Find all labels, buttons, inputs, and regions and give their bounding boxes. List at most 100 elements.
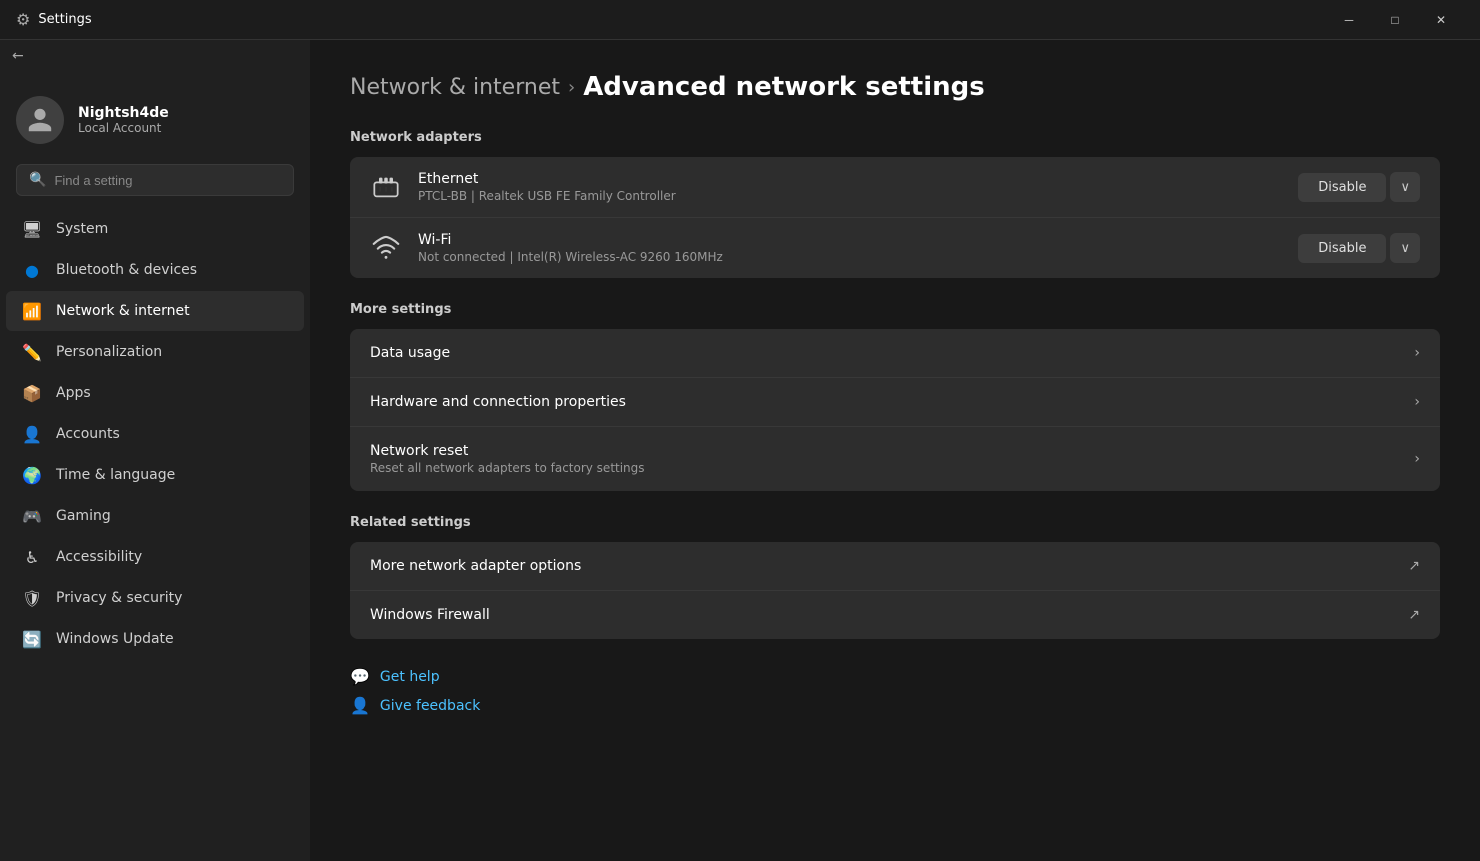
sidebar-item-apps[interactable]: 📦 Apps — [6, 373, 304, 413]
sidebar-item-update[interactable]: 🔄 Windows Update — [6, 619, 304, 659]
sidebar-item-label: Gaming — [56, 508, 111, 524]
more-adapter-options-title: More network adapter options — [370, 558, 1392, 574]
sidebar-item-label: Personalization — [56, 344, 162, 360]
sidebar-item-gaming[interactable]: 🎮 Gaming — [6, 496, 304, 536]
hardware-props-content: Hardware and connection properties — [370, 394, 1398, 410]
windows-firewall-title: Windows Firewall — [370, 607, 1392, 623]
wifi-adapter-row: Wi-Fi Not connected | Intel(R) Wireless-… — [350, 218, 1440, 278]
windows-firewall-content: Windows Firewall — [370, 607, 1392, 623]
data-usage-title: Data usage — [370, 345, 1398, 361]
back-icon: ← — [12, 48, 24, 64]
network-reset-title: Network reset — [370, 443, 1398, 459]
sidebar-item-bluetooth[interactable]: ● Bluetooth & devices — [6, 250, 304, 290]
network-reset-row[interactable]: Network reset Reset all network adapters… — [350, 427, 1440, 491]
network-reset-subtitle: Reset all network adapters to factory se… — [370, 461, 1398, 475]
wifi-info: Wi-Fi Not connected | Intel(R) Wireless-… — [418, 232, 1282, 264]
settings-icon: ⚙ — [16, 10, 30, 29]
wifi-expand-button[interactable]: ∨ — [1390, 233, 1420, 263]
more-settings-title: More settings — [350, 302, 1440, 317]
sidebar-item-system[interactable]: 🖥 System — [6, 209, 304, 249]
user-icon — [26, 106, 54, 134]
ethernet-disable-button[interactable]: Disable — [1298, 173, 1386, 202]
get-help-label: Get help — [380, 669, 440, 685]
window-controls: ─ □ ✕ — [1326, 0, 1464, 40]
sidebar-item-privacy[interactable]: 🛡 Privacy & security — [6, 578, 304, 618]
close-button[interactable]: ✕ — [1418, 0, 1464, 40]
wifi-icon — [370, 232, 402, 264]
give-feedback-link[interactable]: 👤 Give feedback — [350, 696, 1440, 715]
more-settings-section: More settings Data usage › Hardware and … — [350, 302, 1440, 491]
sidebar-item-label: Accessibility — [56, 549, 142, 565]
ethernet-description: PTCL-BB | Realtek USB FE Family Controll… — [418, 189, 1282, 203]
get-help-icon: 💬 — [350, 667, 370, 686]
breadcrumb-parent[interactable]: Network & internet — [350, 75, 560, 100]
more-adapter-external-icon: ↗ — [1408, 558, 1420, 574]
network-adapters-card: Ethernet PTCL-BB | Realtek USB FE Family… — [350, 157, 1440, 278]
more-adapter-options-row[interactable]: More network adapter options ↗ — [350, 542, 1440, 591]
related-settings-title: Related settings — [350, 515, 1440, 530]
ethernet-expand-button[interactable]: ∨ — [1390, 172, 1420, 202]
ethernet-adapter-row: Ethernet PTCL-BB | Realtek USB FE Family… — [350, 157, 1440, 218]
user-subtitle: Local Account — [78, 121, 169, 135]
more-adapter-options-content: More network adapter options — [370, 558, 1392, 574]
data-usage-row[interactable]: Data usage › — [350, 329, 1440, 378]
network-reset-chevron: › — [1414, 451, 1420, 467]
sidebar-item-label: Time & language — [56, 467, 175, 483]
titlebar-title: Settings — [38, 12, 91, 27]
system-icon: 🖥 — [22, 219, 42, 239]
give-feedback-icon: 👤 — [350, 696, 370, 715]
sidebar-item-label: Apps — [56, 385, 91, 401]
sidebar-item-time[interactable]: 🌍 Time & language — [6, 455, 304, 495]
sidebar-item-label: Windows Update — [56, 631, 174, 647]
bottom-links: 💬 Get help 👤 Give feedback — [350, 667, 1440, 715]
avatar — [16, 96, 64, 144]
network-adapters-title: Network adapters — [350, 130, 1440, 145]
time-icon: 🌍 — [22, 465, 42, 485]
titlebar: ⚙ Settings ─ □ ✕ — [0, 0, 1480, 40]
content-area: Network & internet › Advanced network se… — [310, 40, 1480, 861]
wifi-name: Wi-Fi — [418, 232, 1282, 248]
bluetooth-icon: ● — [22, 260, 42, 280]
sidebar-item-label: Network & internet — [56, 303, 190, 319]
wifi-disable-button[interactable]: Disable — [1298, 234, 1386, 263]
sidebar-item-accounts[interactable]: 👤 Accounts — [6, 414, 304, 454]
search-input[interactable] — [54, 173, 281, 188]
more-settings-card: Data usage › Hardware and connection pro… — [350, 329, 1440, 491]
minimize-button[interactable]: ─ — [1326, 0, 1372, 40]
sidebar: ← Nightsh4de Local Account 🔍 🖥 System — [0, 40, 310, 861]
apps-icon: 📦 — [22, 383, 42, 403]
privacy-icon: 🛡 — [22, 588, 42, 608]
maximize-button[interactable]: □ — [1372, 0, 1418, 40]
related-settings-section: Related settings More network adapter op… — [350, 515, 1440, 639]
sidebar-item-personalization[interactable]: ✏️ Personalization — [6, 332, 304, 372]
breadcrumb-current: Advanced network settings — [583, 72, 985, 102]
ethernet-info: Ethernet PTCL-BB | Realtek USB FE Family… — [418, 171, 1282, 203]
accessibility-icon: ♿ — [22, 547, 42, 567]
accounts-icon: 👤 — [22, 424, 42, 444]
nav-list: 🖥 System ● Bluetooth & devices 📶 Network… — [0, 208, 310, 660]
search-icon: 🔍 — [29, 172, 46, 188]
wifi-description: Not connected | Intel(R) Wireless-AC 926… — [418, 250, 1282, 264]
sidebar-item-network[interactable]: 📶 Network & internet — [6, 291, 304, 331]
personalization-icon: ✏️ — [22, 342, 42, 362]
wifi-actions: Disable ∨ — [1298, 233, 1420, 263]
network-icon: 📶 — [22, 301, 42, 321]
update-icon: 🔄 — [22, 629, 42, 649]
breadcrumb: Network & internet › Advanced network se… — [350, 72, 1440, 102]
windows-firewall-row[interactable]: Windows Firewall ↗ — [350, 591, 1440, 639]
back-button[interactable]: ← — [0, 40, 310, 72]
user-name: Nightsh4de — [78, 105, 169, 121]
sidebar-item-accessibility[interactable]: ♿ Accessibility — [6, 537, 304, 577]
ethernet-actions: Disable ∨ — [1298, 172, 1420, 202]
get-help-link[interactable]: 💬 Get help — [350, 667, 1440, 686]
ethernet-name: Ethernet — [418, 171, 1282, 187]
network-reset-content: Network reset Reset all network adapters… — [370, 443, 1398, 475]
user-section: Nightsh4de Local Account — [0, 72, 310, 164]
search-box[interactable]: 🔍 — [16, 164, 294, 196]
main-area: ← Nightsh4de Local Account 🔍 🖥 System — [0, 40, 1480, 861]
data-usage-content: Data usage — [370, 345, 1398, 361]
windows-firewall-external-icon: ↗ — [1408, 607, 1420, 623]
hardware-props-row[interactable]: Hardware and connection properties › — [350, 378, 1440, 427]
sidebar-item-label: System — [56, 221, 108, 237]
gaming-icon: 🎮 — [22, 506, 42, 526]
